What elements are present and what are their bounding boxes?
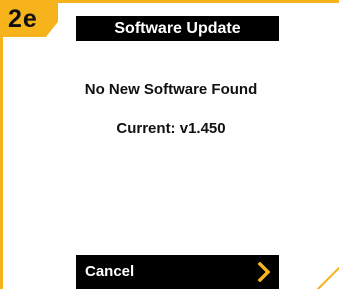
status-message: No New Software Found xyxy=(84,81,258,98)
manual-step-panel: 2e Software Update No New Software Found… xyxy=(0,0,339,289)
chevron-right-icon xyxy=(257,262,271,282)
step-label-badge: 2e xyxy=(3,3,58,37)
current-version-text: Current: v1.450 xyxy=(116,120,226,137)
screen-title-bar: Software Update xyxy=(76,16,279,41)
cancel-button[interactable]: Cancel xyxy=(76,255,279,289)
callout-line xyxy=(316,266,339,289)
cancel-button-label: Cancel xyxy=(85,263,135,280)
